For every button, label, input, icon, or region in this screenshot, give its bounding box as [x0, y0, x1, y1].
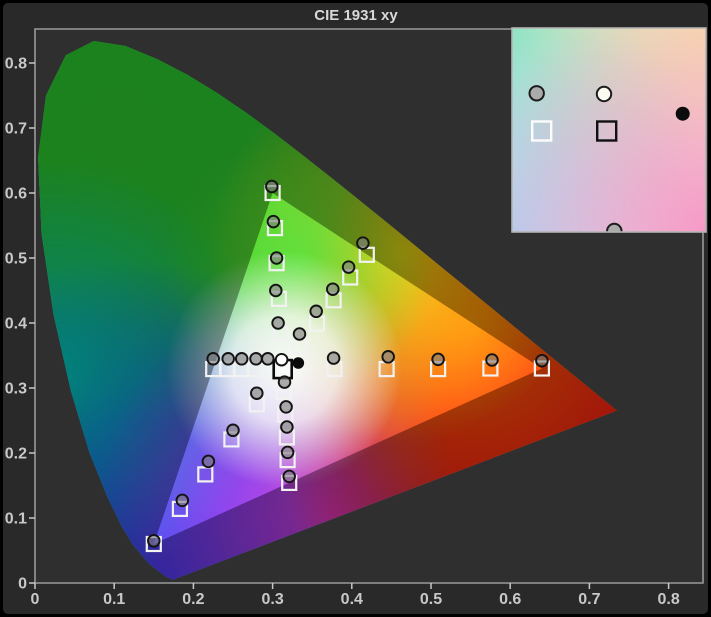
y-tick-label: 0.6: [5, 186, 27, 203]
measured-circle-blue-100: [148, 535, 160, 547]
measured-circle-yellow-60: [327, 283, 339, 295]
x-tick-label: 0.6: [499, 591, 521, 608]
measured-circle-green-80: [268, 216, 280, 228]
white-point-measured-circle: [276, 354, 288, 366]
measured-circle-cyan-40: [250, 353, 262, 365]
x-tick-label: 0.1: [103, 591, 125, 608]
measured-circle-green-60: [271, 252, 283, 264]
measured-circle-green-40: [270, 285, 282, 297]
measured-circle-blue-80: [177, 495, 189, 507]
x-tick-label: 0.8: [657, 591, 679, 608]
chart-title: CIE 1931 xy: [314, 7, 398, 24]
measured-circle-red-100: [536, 355, 548, 367]
measured-circle-blue-60: [203, 456, 215, 468]
measured-circle-magenta-40: [280, 401, 292, 413]
y-tick-label: 0.8: [5, 56, 27, 73]
reference-black-dot: [293, 357, 305, 369]
measured-circle-yellow-20: [294, 328, 306, 340]
cie-chart-window: 0 0.1 0.2 0.3 0.4 0.5 0.6 0.7 0.8 0 0.1 0.2 0.3 0.4 0.…: [0, 0, 711, 617]
measured-circle-magenta-20: [279, 376, 291, 388]
measured-circle-cyan-60: [236, 353, 248, 365]
inset-content: [512, 28, 706, 238]
cie-1931-xy-chart[interactable]: 0 0.1 0.2 0.3 0.4 0.5 0.6 0.7 0.8 0 0.1 0.2 0.3 0.4 0.…: [0, 0, 711, 617]
whitepoint-zoom-inset: [512, 28, 706, 238]
y-tick-label: 0.3: [5, 381, 27, 398]
inset-black-dot: [676, 107, 690, 121]
measured-circle-magenta-80: [282, 447, 294, 459]
y-tick-label: 0.5: [5, 251, 27, 268]
measured-circle-cyan-80: [222, 353, 234, 365]
x-tick-label: 0.4: [341, 591, 363, 608]
inset-gray-circle: [530, 86, 544, 100]
measured-circle-yellow-100: [357, 237, 369, 249]
y-tick-label: 0.7: [5, 121, 27, 138]
measured-circle-yellow-40: [310, 306, 322, 318]
measured-circle-cyan-100: [207, 353, 219, 365]
measured-circle-blue-20: [251, 387, 263, 399]
inset-gradient-iBR: [512, 28, 706, 232]
measured-circle-magenta-60: [281, 421, 293, 433]
measured-circle-magenta-100: [283, 471, 295, 483]
measured-circle-red-60: [432, 354, 444, 366]
y-tick-label: 0: [18, 576, 27, 593]
measured-circle-red-80: [486, 354, 498, 366]
y-tick-label: 0.4: [5, 316, 27, 333]
y-tick-label: 0.1: [5, 511, 27, 528]
x-tick-label: 0: [31, 591, 40, 608]
x-tick-label: 0.5: [420, 591, 442, 608]
x-tick-label: 0.7: [578, 591, 600, 608]
measured-circle-red-40: [382, 351, 394, 363]
inset-white-circle: [597, 87, 611, 101]
measured-circle-cyan-20: [262, 353, 274, 365]
y-tick-label: 0.2: [5, 446, 27, 463]
measured-circle-green-100: [266, 181, 278, 193]
measured-circle-green-20: [272, 317, 284, 329]
x-tick-label: 0.3: [261, 591, 283, 608]
measured-circle-yellow-80: [343, 261, 355, 273]
measured-circle-red-20: [328, 352, 340, 364]
measured-circle-blue-40: [227, 425, 239, 437]
x-tick-label: 0.2: [182, 591, 204, 608]
